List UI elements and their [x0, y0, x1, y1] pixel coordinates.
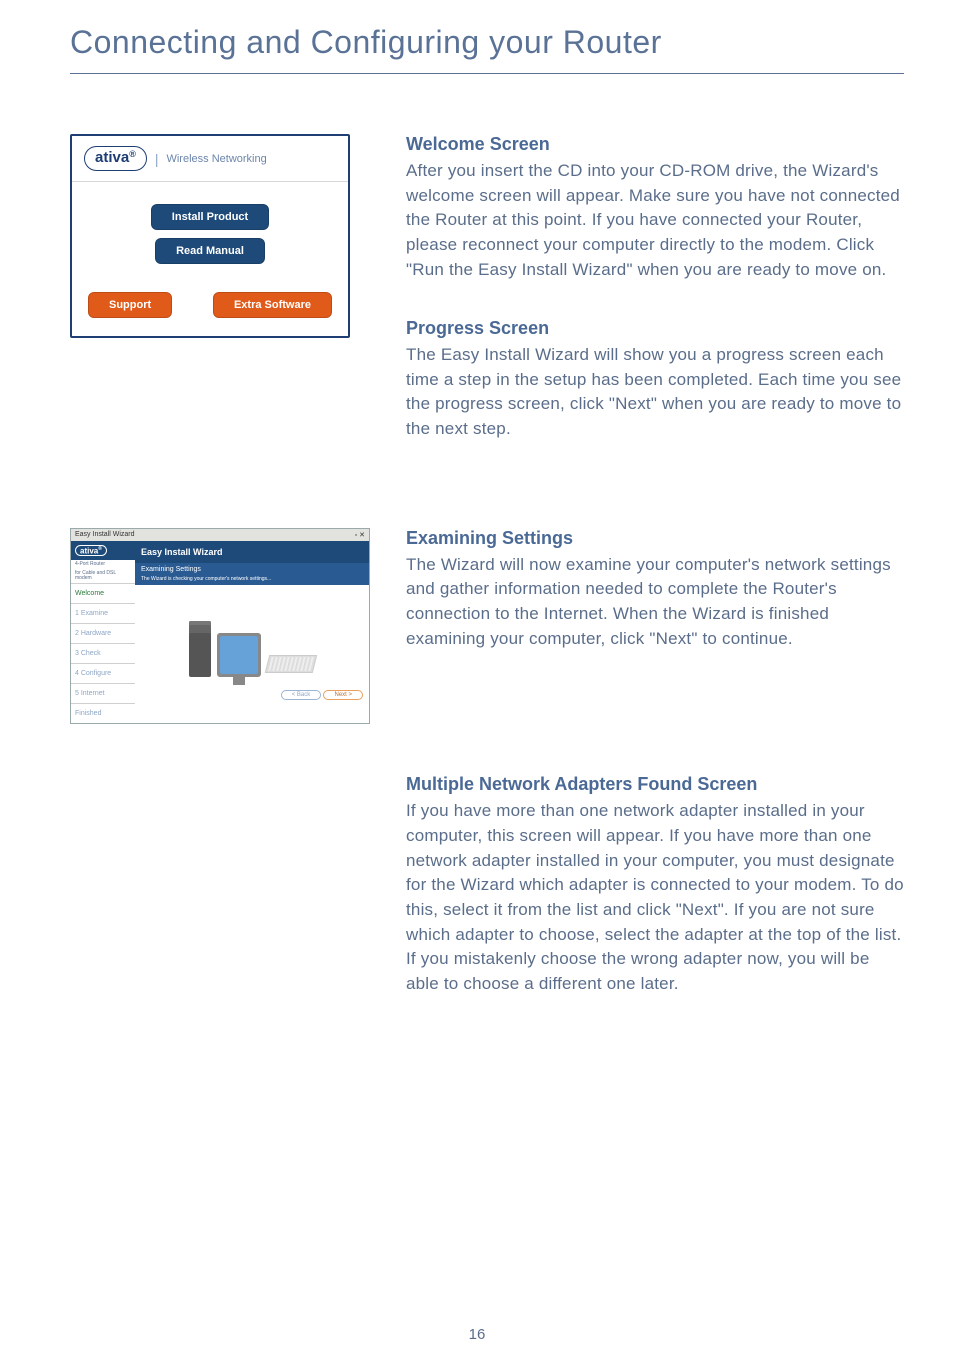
page-title: Connecting and Configuring your Router: [70, 24, 904, 74]
heading-adapters: Multiple Network Adapters Found Screen: [406, 774, 904, 795]
wizard-product-line2: for Cable and DSL modem: [71, 569, 135, 583]
heading-welcome: Welcome Screen: [406, 134, 904, 155]
wizard-sidebar: ativa® 4-Port Router for Cable and DSL m…: [71, 541, 135, 724]
wizard-titlebar: Easy Install Wizard ▫ ✕: [71, 529, 369, 541]
body-examining: The Wizard will now examine your compute…: [406, 553, 904, 652]
wizard-step-check: 3 Check: [71, 643, 135, 663]
row-examining: Easy Install Wizard ▫ ✕ ativa® 4-Port Ro…: [70, 528, 904, 725]
wizard-canvas: [135, 585, 369, 685]
read-manual-button: Read Manual: [155, 238, 265, 264]
ativa-logo: ativa®: [84, 146, 147, 171]
heading-progress: Progress Screen: [406, 318, 904, 339]
installer-body: Install Product Read Manual: [72, 182, 348, 282]
body-progress: The Easy Install Wizard will show you a …: [406, 343, 904, 442]
body-adapters: If you have more than one network adapte…: [406, 799, 904, 996]
page-number: 16: [469, 1326, 486, 1343]
wizard-content-subheader: Examining Settings: [135, 563, 369, 576]
row-welcome: × ativa® | Wireless Networking Install P…: [70, 134, 904, 478]
wizard-window-title: Easy Install Wizard: [75, 531, 135, 539]
ativa-logo-small: ativa®: [75, 545, 107, 557]
wizard-step-configure: 4 Configure: [71, 663, 135, 683]
wizard-content: Easy Install Wizard Examining Settings T…: [135, 541, 369, 724]
installer-subtitle: Wireless Networking: [166, 153, 266, 165]
installer-dialog-figure: × ativa® | Wireless Networking Install P…: [70, 134, 350, 338]
computer-monitor-icon: [217, 633, 261, 677]
section-progress: Progress Screen The Easy Install Wizard …: [406, 318, 904, 442]
keyboard-icon: [265, 655, 317, 673]
wizard-step-welcome: Welcome: [71, 583, 135, 603]
heading-examining: Examining Settings: [406, 528, 904, 549]
section-adapters: Multiple Network Adapters Found Screen I…: [406, 774, 904, 996]
divider: |: [155, 151, 159, 167]
extra-software-button: Extra Software: [213, 292, 332, 318]
wizard-content-desc: The Wizard is checking your computer's n…: [135, 576, 369, 585]
wizard-step-internet: 5 Internet: [71, 683, 135, 703]
installer-footer: Support Extra Software: [72, 282, 348, 336]
wizard-step-examine: 1 Examine: [71, 603, 135, 623]
row-adapters: Multiple Network Adapters Found Screen I…: [70, 774, 904, 1032]
wizard-step-hardware: 2 Hardware: [71, 623, 135, 643]
wizard-step-finished: Finished: [71, 703, 135, 723]
section-welcome: Welcome Screen After you insert the CD i…: [406, 134, 904, 282]
section-examining: Examining Settings The Wizard will now e…: [406, 528, 904, 652]
wizard-product-line1: 4-Port Router: [71, 560, 135, 569]
wizard-content-header: Easy Install Wizard: [135, 541, 369, 563]
window-controls-icon: ▫ ✕: [355, 531, 365, 539]
back-button: < Back: [281, 690, 322, 700]
install-product-button: Install Product: [151, 204, 269, 230]
next-button: Next >: [323, 690, 363, 700]
wizard-button-row: < Back Next >: [135, 685, 369, 704]
wizard-window-figure: Easy Install Wizard ▫ ✕ ativa® 4-Port Ro…: [70, 528, 370, 725]
support-button: Support: [88, 292, 172, 318]
computer-tower-icon: [189, 621, 211, 677]
installer-header: ativa® | Wireless Networking: [72, 136, 348, 182]
body-welcome: After you insert the CD into your CD-ROM…: [406, 159, 904, 282]
